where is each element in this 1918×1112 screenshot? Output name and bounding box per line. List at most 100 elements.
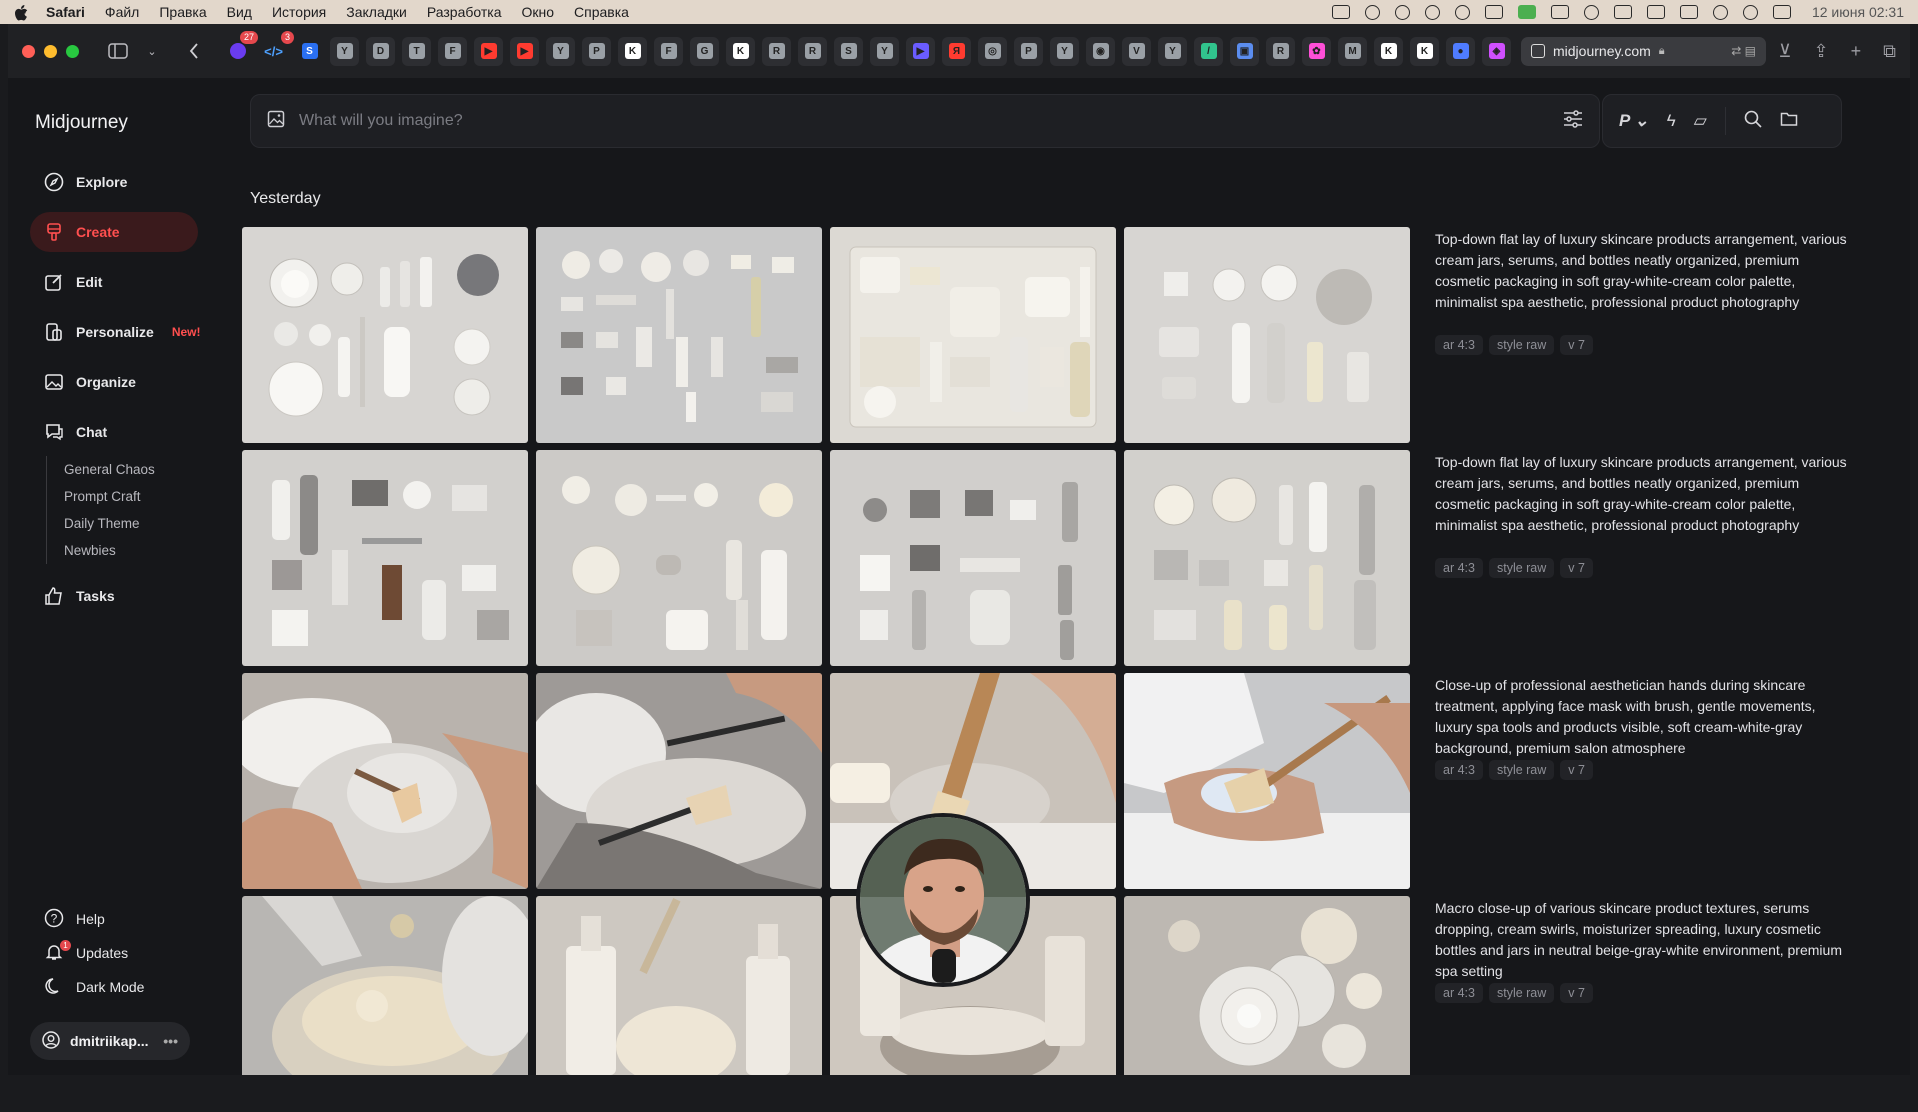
param-chip[interactable]: style raw (1488, 335, 1555, 355)
pinned-tab[interactable]: T (402, 36, 431, 66)
generated-image[interactable] (242, 227, 528, 443)
tab-favicon[interactable]: 27 (223, 30, 258, 66)
chat-room-item[interactable]: Prompt Craft (64, 483, 198, 510)
menu-history[interactable]: История (272, 4, 326, 20)
pinned-tab[interactable]: D (366, 36, 395, 66)
generated-image[interactable] (1124, 673, 1410, 889)
address-bar[interactable]: midjourney.com 🔒︎ ⇄ ▤ (1521, 36, 1766, 66)
close-window-button[interactable] (22, 44, 35, 58)
translate-icon[interactable]: ⇄ ▤ (1731, 44, 1756, 58)
pinned-tab[interactable]: P (1014, 36, 1043, 66)
chat-room-item[interactable]: Newbies (64, 537, 198, 564)
pinned-tab[interactable]: S (834, 36, 863, 66)
share-icon[interactable]: ⇪ (1814, 41, 1829, 62)
menu-develop[interactable]: Разработка (427, 4, 502, 20)
chat-room-item[interactable]: Daily Theme (64, 510, 198, 537)
prompt-text[interactable]: Macro close-up of various skincare produ… (1435, 898, 1855, 982)
pinned-tab[interactable]: / (1194, 36, 1223, 66)
pinned-tab[interactable]: R (798, 36, 827, 66)
minimize-window-button[interactable] (44, 44, 57, 58)
image-prompt-icon[interactable] (267, 110, 285, 133)
menu-app-name[interactable]: Safari (46, 4, 85, 20)
pinned-tab[interactable]: ● (1446, 36, 1475, 66)
sidebar-item-dark-mode[interactable]: Dark Mode (30, 970, 198, 1004)
pinned-tab[interactable]: K (618, 36, 647, 66)
param-chip[interactable]: style raw (1488, 983, 1555, 1003)
pinned-tab[interactable]: K (1374, 36, 1403, 66)
leaf-icon[interactable] (1583, 4, 1599, 20)
vpn-icon[interactable] (1454, 4, 1470, 20)
tab-favicon[interactable]: S (295, 37, 324, 66)
pinned-tab[interactable]: M (1338, 36, 1367, 66)
menubar-clock[interactable]: 12 июня 02:31 (1812, 4, 1904, 20)
generated-image[interactable] (1124, 896, 1410, 1112)
memory-icon[interactable] (1613, 5, 1632, 19)
prompt-text[interactable]: Top-down flat lay of luxury skincare pro… (1435, 452, 1855, 536)
pinned-tab[interactable]: ◎ (978, 36, 1007, 66)
param-chip[interactable]: ar 4:3 (1435, 335, 1483, 355)
sidebar-item-help[interactable]: ? Help (30, 902, 198, 936)
sidebar-item-edit[interactable]: Edit (30, 262, 198, 302)
pinned-tab[interactable]: K (726, 36, 755, 66)
menu-file[interactable]: Файл (105, 4, 139, 20)
prompt-text[interactable]: Close-up of professional aesthetician ha… (1435, 675, 1855, 759)
prompt-input[interactable] (299, 112, 1549, 130)
menu-help[interactable]: Справка (574, 4, 629, 20)
pinned-tab[interactable]: K (1410, 36, 1439, 66)
generated-image[interactable] (242, 896, 528, 1112)
battery-icon[interactable] (1679, 5, 1698, 19)
generated-image[interactable] (242, 673, 528, 889)
webcam-overlay[interactable] (856, 813, 1030, 987)
generated-image[interactable] (242, 450, 528, 666)
screen-icon[interactable] (1331, 5, 1350, 19)
pinned-tab[interactable]: ▶ (906, 36, 935, 66)
spotlight-icon[interactable] (1742, 4, 1758, 20)
generated-image[interactable] (1124, 450, 1410, 666)
gear-icon[interactable] (1364, 4, 1380, 20)
contrast-icon[interactable] (1424, 4, 1440, 20)
more-icon[interactable]: ••• (163, 1033, 178, 1049)
param-chip[interactable]: style raw (1488, 760, 1555, 780)
generated-image[interactable] (536, 673, 822, 889)
chat-room-item[interactable]: General Chaos (64, 456, 198, 483)
back-icon[interactable] (183, 40, 205, 62)
menu-view[interactable]: Вид (227, 4, 252, 20)
pinned-tab[interactable]: Y (330, 36, 359, 66)
apple-icon[interactable] (14, 5, 28, 21)
chevron-down-icon[interactable]: ⌄ (141, 40, 163, 62)
generated-image[interactable] (830, 450, 1116, 666)
sidebar-item-tasks[interactable]: Tasks (30, 576, 198, 616)
pinned-tab[interactable]: R (1266, 36, 1295, 66)
pinned-tab[interactable]: G (690, 36, 719, 66)
lightning-icon[interactable]: ϟ (1667, 111, 1676, 131)
downloads-icon[interactable]: ⊻ (1778, 41, 1791, 62)
wifi-icon[interactable] (1712, 4, 1728, 20)
param-chip[interactable]: v 7 (1560, 558, 1593, 578)
pinned-tab[interactable]: Y (546, 36, 575, 66)
pinned-tab[interactable]: ◈ (1482, 36, 1511, 66)
brand-logo[interactable]: Midjourney (35, 112, 128, 134)
prompt-text[interactable]: Top-down flat lay of luxury skincare pro… (1435, 229, 1855, 313)
param-chip[interactable]: style raw (1488, 558, 1555, 578)
pinned-tab[interactable]: Y (870, 36, 899, 66)
pinned-tab[interactable]: F (438, 36, 467, 66)
sidebar-toggle-icon[interactable] (107, 40, 129, 62)
sidebar-item-chat[interactable]: Chat (30, 412, 198, 452)
generated-image[interactable] (536, 896, 822, 1112)
user-menu[interactable]: dmitriikap... ••• (30, 1022, 190, 1060)
generated-image[interactable] (536, 450, 822, 666)
menu-bookmarks[interactable]: Закладки (346, 4, 407, 20)
generated-image[interactable] (536, 227, 822, 443)
sidebar-item-personalize[interactable]: Personalize New! (30, 312, 201, 352)
param-chip[interactable]: v 7 (1560, 983, 1593, 1003)
settings-sliders-icon[interactable] (1563, 109, 1583, 133)
menu-edit[interactable]: Правка (159, 4, 206, 20)
pinned-tab[interactable]: ▣ (1230, 36, 1259, 66)
search-icon[interactable] (1744, 110, 1762, 133)
pinned-tab[interactable]: Y (1050, 36, 1079, 66)
pinned-tab[interactable]: ▶ (510, 36, 539, 66)
pinned-tab[interactable]: ✿ (1302, 36, 1331, 66)
pinned-tab[interactable]: V (1122, 36, 1151, 66)
pinned-tab[interactable]: F (654, 36, 683, 66)
grid-icon[interactable] (1484, 5, 1503, 19)
